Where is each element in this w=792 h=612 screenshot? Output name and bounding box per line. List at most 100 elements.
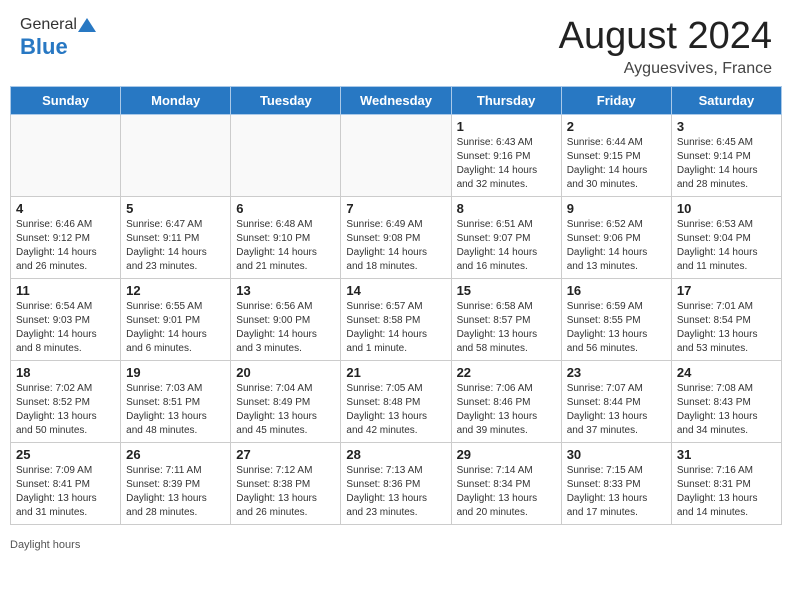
day-number: 10 (677, 201, 776, 216)
day-info: Sunrise: 7:06 AM Sunset: 8:46 PM Dayligh… (457, 382, 556, 438)
location-title: Ayguesvives, France (559, 60, 772, 78)
calendar-container: Sunday Monday Tuesday Wednesday Thursday… (0, 86, 792, 535)
day-number: 20 (236, 365, 335, 380)
table-row (11, 114, 121, 196)
day-info: Sunrise: 7:02 AM Sunset: 8:52 PM Dayligh… (16, 382, 115, 438)
table-row: 1Sunrise: 6:43 AM Sunset: 9:16 PM Daylig… (451, 114, 561, 196)
day-number: 3 (677, 119, 776, 134)
weekday-thursday: Thursday (451, 86, 561, 114)
day-number: 31 (677, 447, 776, 462)
logo-blue-text: Blue (20, 34, 68, 59)
day-number: 18 (16, 365, 115, 380)
day-info: Sunrise: 7:11 AM Sunset: 8:39 PM Dayligh… (126, 464, 225, 520)
table-row: 14Sunrise: 6:57 AM Sunset: 8:58 PM Dayli… (341, 278, 451, 360)
table-row: 30 Sunrise: 7:15 AM Sunset: 8:33 PM Dayli… (561, 442, 671, 524)
table-row: 20 Sunrise: 7:04 AM Sunset: 8:49 PM Dayli… (231, 360, 341, 442)
table-row: 31 Sunrise: 7:16 AM Sunset: 8:31 PM Dayli… (671, 442, 781, 524)
day-info: Sunrise: 6:44 AM Sunset: 9:15 PM Dayligh… (567, 136, 666, 192)
day-info: Sunrise: 7:07 AM Sunset: 8:44 PM Dayligh… (567, 382, 666, 438)
page-header: General Blue August 2024 Ayguesvives, Fr… (0, 0, 792, 86)
day-number: 14 (346, 283, 445, 298)
day-number: 24 (677, 365, 776, 380)
day-number: 8 (457, 201, 556, 216)
weekday-monday: Monday (121, 86, 231, 114)
day-info: Sunrise: 7:12 AM Sunset: 8:38 PM Dayligh… (236, 464, 335, 520)
day-info: Sunrise: 7:09 AM Sunset: 8:41 PM Dayligh… (16, 464, 115, 520)
day-info: Sunrise: 6:48 AM Sunset: 9:10 PM Dayligh… (236, 218, 335, 274)
day-number: 12 (126, 283, 225, 298)
day-info: Sunrise: 6:54 AM Sunset: 9:03 PM Dayligh… (16, 300, 115, 356)
table-row: 19 Sunrise: 7:03 AM Sunset: 8:51 PM Dayli… (121, 360, 231, 442)
calendar-table: Sunday Monday Tuesday Wednesday Thursday… (10, 86, 782, 525)
table-row: 7 Sunrise: 6:49 AM Sunset: 9:08 PM Daylig… (341, 196, 451, 278)
weekday-wednesday: Wednesday (341, 86, 451, 114)
table-row: 25 Sunrise: 7:09 AM Sunset: 8:41 PM Dayli… (11, 442, 121, 524)
day-number: 11 (16, 283, 115, 298)
calendar-header: Sunday Monday Tuesday Wednesday Thursday… (11, 86, 782, 114)
day-number: 21 (346, 365, 445, 380)
table-row: 11 Sunrise: 6:54 AM Sunset: 9:03 PM Dayli… (11, 278, 121, 360)
day-info: Sunrise: 7:15 AM Sunset: 8:33 PM Dayligh… (567, 464, 666, 520)
day-info: Sunrise: 6:59 AM Sunset: 8:55 PM Dayligh… (567, 300, 666, 356)
table-row: 4 Sunrise: 6:46 AM Sunset: 9:12 PM Daylig… (11, 196, 121, 278)
day-number: 15 (457, 283, 556, 298)
table-row: 6 Sunrise: 6:48 AM Sunset: 9:10 PM Daylig… (231, 196, 341, 278)
day-number: 30 (567, 447, 666, 462)
table-row: 28Sunrise: 7:13 AM Sunset: 8:36 PM Dayli… (341, 442, 451, 524)
day-info: Sunrise: 7:04 AM Sunset: 8:49 PM Dayligh… (236, 382, 335, 438)
day-number: 9 (567, 201, 666, 216)
table-row: 17Sunrise: 7:01 AM Sunset: 8:54 PM Dayli… (671, 278, 781, 360)
table-row: 29Sunrise: 7:14 AM Sunset: 8:34 PM Dayli… (451, 442, 561, 524)
day-number: 19 (126, 365, 225, 380)
day-info: Sunrise: 6:45 AM Sunset: 9:14 PM Dayligh… (677, 136, 776, 192)
table-row: 27Sunrise: 7:12 AM Sunset: 8:38 PM Dayli… (231, 442, 341, 524)
day-info: Sunrise: 6:52 AM Sunset: 9:06 PM Dayligh… (567, 218, 666, 274)
day-info: Sunrise: 6:47 AM Sunset: 9:11 PM Dayligh… (126, 218, 225, 274)
day-info: Sunrise: 6:46 AM Sunset: 9:12 PM Dayligh… (16, 218, 115, 274)
table-row: 5Sunrise: 6:47 AM Sunset: 9:11 PM Daylig… (121, 196, 231, 278)
day-info: Sunrise: 7:16 AM Sunset: 8:31 PM Dayligh… (677, 464, 776, 520)
day-number: 13 (236, 283, 335, 298)
table-row: 21 Sunrise: 7:05 AM Sunset: 8:48 PM Dayli… (341, 360, 451, 442)
table-row: 8Sunrise: 6:51 AM Sunset: 9:07 PM Daylig… (451, 196, 561, 278)
day-info: Sunrise: 7:05 AM Sunset: 8:48 PM Dayligh… (346, 382, 445, 438)
day-number: 7 (346, 201, 445, 216)
day-info: Sunrise: 7:08 AM Sunset: 8:43 PM Dayligh… (677, 382, 776, 438)
table-row: 2 Sunrise: 6:44 AM Sunset: 9:15 PM Daylig… (561, 114, 671, 196)
day-number: 28 (346, 447, 445, 462)
logo-triangle-icon (78, 16, 96, 34)
table-row: 12 Sunrise: 6:55 AM Sunset: 9:01 PM Dayli… (121, 278, 231, 360)
calendar-body: 1Sunrise: 6:43 AM Sunset: 9:16 PM Daylig… (11, 114, 782, 524)
day-number: 25 (16, 447, 115, 462)
table-row (231, 114, 341, 196)
table-row: 10Sunrise: 6:53 AM Sunset: 9:04 PM Dayli… (671, 196, 781, 278)
day-info: Sunrise: 7:03 AM Sunset: 8:51 PM Dayligh… (126, 382, 225, 438)
table-row: 13 Sunrise: 6:56 AM Sunset: 9:00 PM Dayli… (231, 278, 341, 360)
month-title: August 2024 (559, 16, 772, 58)
daylight-label: Daylight hours (10, 539, 80, 551)
day-info: Sunrise: 6:56 AM Sunset: 9:00 PM Dayligh… (236, 300, 335, 356)
day-number: 29 (457, 447, 556, 462)
weekday-saturday: Saturday (671, 86, 781, 114)
day-number: 26 (126, 447, 225, 462)
table-row: 22 Sunrise: 7:06 AM Sunset: 8:46 PM Dayli… (451, 360, 561, 442)
table-row: 23Sunrise: 7:07 AM Sunset: 8:44 PM Dayli… (561, 360, 671, 442)
table-row (341, 114, 451, 196)
title-block: August 2024 Ayguesvives, France (559, 16, 772, 78)
weekday-friday: Friday (561, 86, 671, 114)
day-info: Sunrise: 6:49 AM Sunset: 9:08 PM Dayligh… (346, 218, 445, 274)
table-row: 18 Sunrise: 7:02 AM Sunset: 8:52 PM Dayli… (11, 360, 121, 442)
weekday-sunday: Sunday (11, 86, 121, 114)
table-row: 9 Sunrise: 6:52 AM Sunset: 9:06 PM Daylig… (561, 196, 671, 278)
day-number: 6 (236, 201, 335, 216)
table-row: 15 Sunrise: 6:58 AM Sunset: 8:57 PM Dayli… (451, 278, 561, 360)
table-row: 24 Sunrise: 7:08 AM Sunset: 8:43 PM Dayli… (671, 360, 781, 442)
weekday-tuesday: Tuesday (231, 86, 341, 114)
day-info: Sunrise: 6:55 AM Sunset: 9:01 PM Dayligh… (126, 300, 225, 356)
footer: Daylight hours (0, 535, 792, 557)
day-number: 2 (567, 119, 666, 134)
day-number: 4 (16, 201, 115, 216)
day-number: 22 (457, 365, 556, 380)
day-info: Sunrise: 6:43 AM Sunset: 9:16 PM Dayligh… (457, 136, 556, 192)
day-info: Sunrise: 6:58 AM Sunset: 8:57 PM Dayligh… (457, 300, 556, 356)
